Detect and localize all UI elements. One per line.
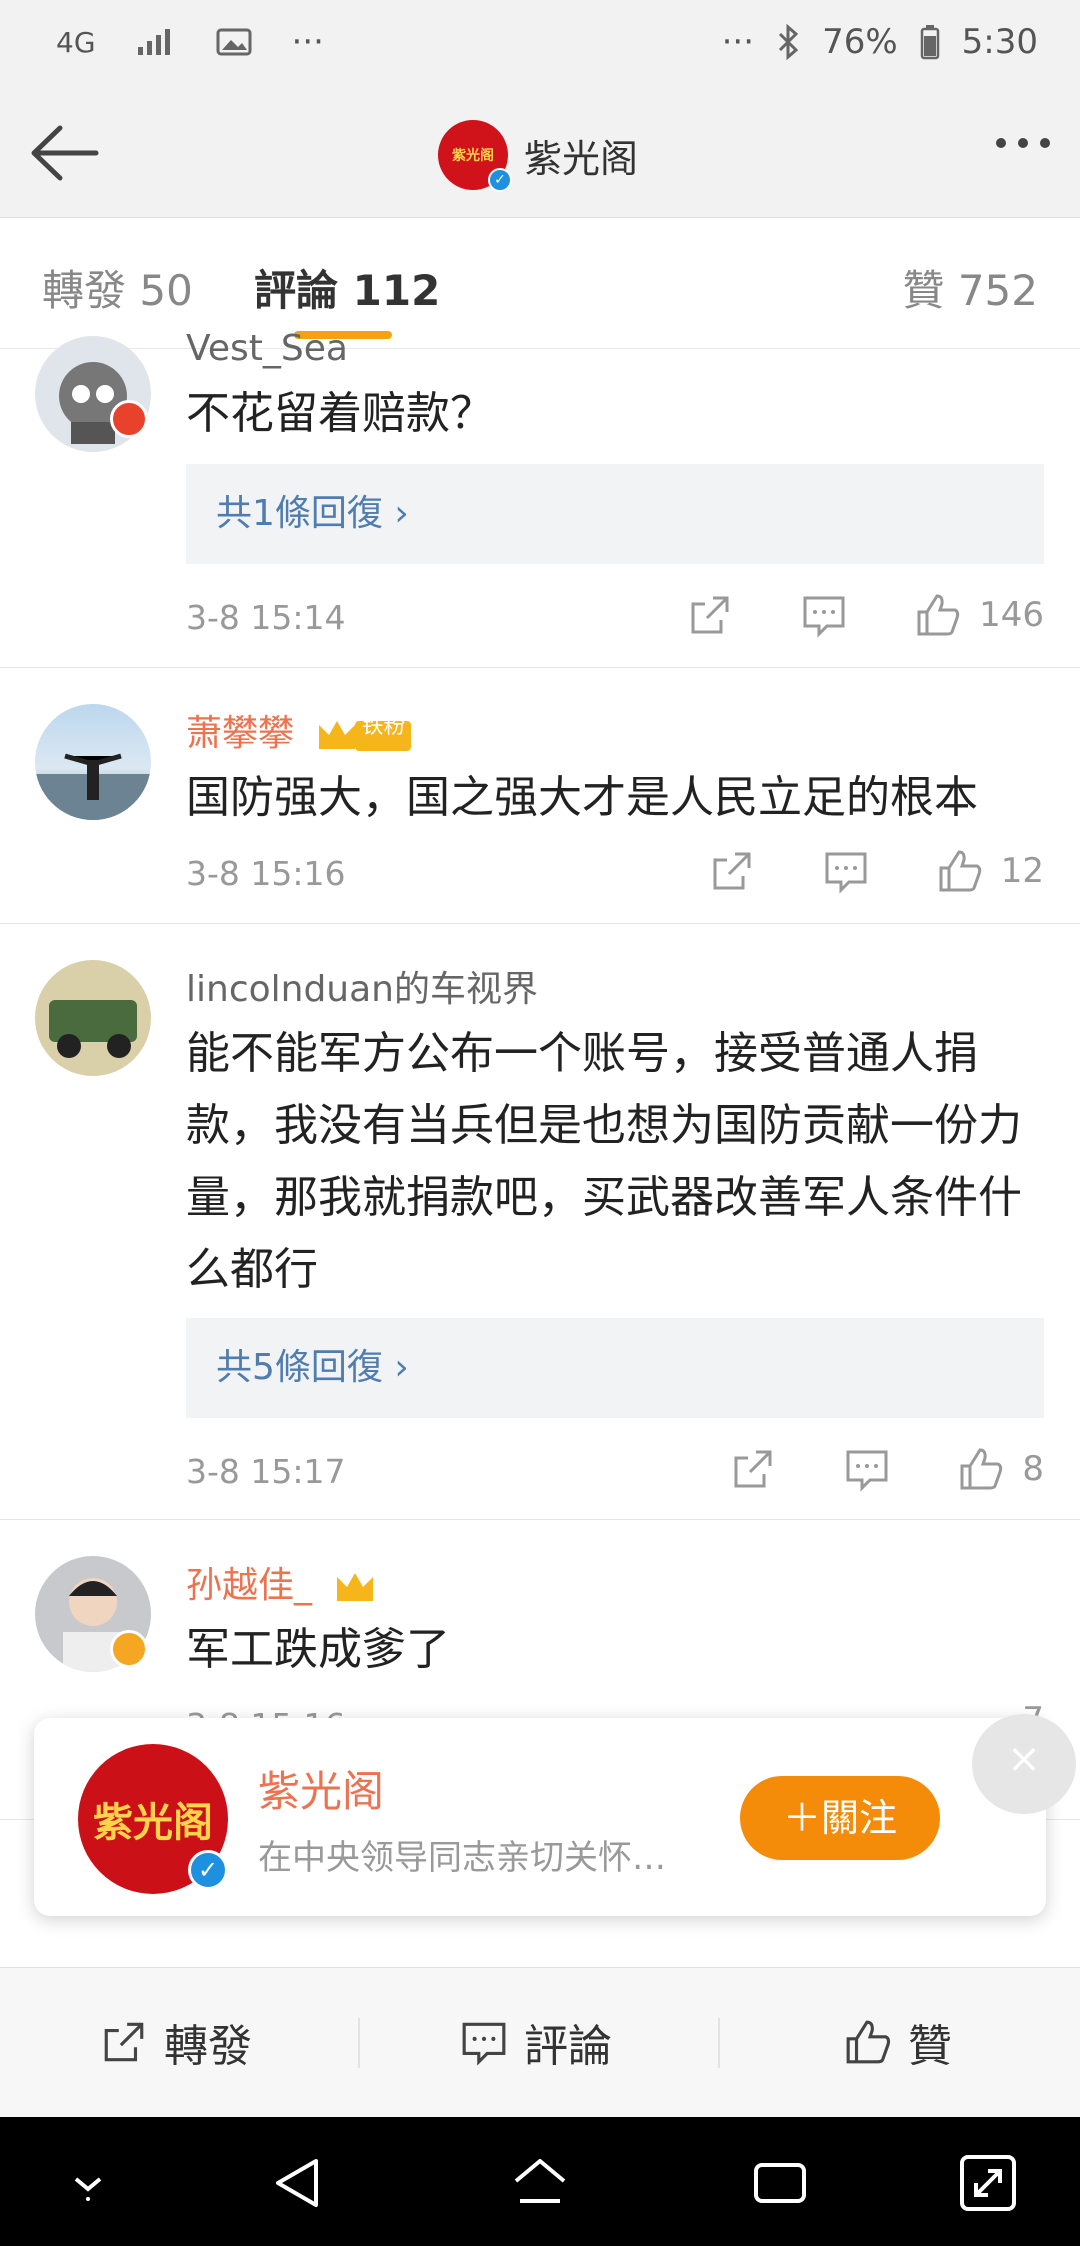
share-icon[interactable] (709, 848, 755, 894)
gallery-icon (216, 28, 252, 56)
comment-icon[interactable] (801, 592, 847, 638)
avatar[interactable] (35, 960, 151, 1076)
header-title-group[interactable]: 紫光阁 ✓ 紫光阁 (438, 120, 639, 192)
comment-text: 能不能军方公布一个账号，接受普通人捐款，我没有当兵但是也想为国防贡献一份力量，那… (186, 1028, 1022, 1295)
avatar[interactable] (35, 704, 151, 820)
card-description: 在中央领导同志亲切关怀… (258, 1838, 666, 1878)
tab-comments[interactable]: 評論 112 (254, 257, 440, 318)
comment-button[interactable]: 評論 (460, 2010, 612, 2074)
tab-bar: 轉發 50 評論 112 贊 752 (0, 219, 1080, 349)
clock: 5:30 (961, 22, 1038, 62)
like-icon[interactable] (915, 592, 961, 638)
comment-icon[interactable] (844, 1446, 890, 1492)
share-icon (104, 2022, 144, 2062)
tab-repost[interactable]: 轉發 50 (42, 257, 193, 318)
comment-author[interactable]: lincolnduan的车视界 (186, 960, 538, 1012)
like-icon (846, 2020, 891, 2064)
comment-actions: 8 (662, 1446, 1044, 1492)
tab-likes[interactable]: 贊 752 (902, 257, 1038, 318)
network-indicator: 4G (56, 25, 96, 59)
more-status-icon: ··· (721, 22, 755, 62)
like-button[interactable]: 贊 (844, 2010, 952, 2074)
signal-icon (137, 29, 170, 55)
badge-icon (110, 400, 148, 438)
recents-nav-icon[interactable] (748, 2151, 812, 2215)
battery-percent: 76% (822, 22, 898, 62)
back-nav-icon[interactable] (266, 2151, 330, 2215)
system-nav-bar (0, 2117, 1080, 2246)
battery-icon (920, 25, 939, 60)
page-title: 紫光阁 (524, 136, 639, 181)
chevron-down-icon[interactable] (56, 2151, 120, 2215)
close-icon[interactable]: × (972, 1714, 1076, 1814)
bluetooth-icon (779, 24, 799, 60)
share-icon[interactable] (687, 592, 733, 638)
comment-time: 3-8 15:16 (186, 854, 346, 893)
header-avatar: 紫光阁 ✓ (438, 120, 512, 192)
comment-actions: 146 (619, 592, 1044, 638)
card-account-name[interactable]: 紫光阁 (258, 1758, 384, 1819)
comment-item: lincolnduan的车视界 能不能军方公布一个账号，接受普通人捐款，我没有当… (0, 924, 1080, 1520)
comment-time: 3-8 15:14 (186, 598, 346, 637)
comment-author[interactable]: Vest_Sea (186, 328, 348, 369)
more-notifications-icon: ··· (291, 22, 324, 62)
comment-item: 萧攀攀 铁粉 国防强大，国之强大才是人民立足的根本 3-8 15:16 12 (0, 668, 1080, 924)
follow-button[interactable]: ＋關注 (740, 1776, 940, 1860)
like-count: 8 (1022, 1449, 1044, 1489)
replies-link[interactable]: 共1條回復 › (186, 464, 1044, 564)
repost-button[interactable]: 轉發 (100, 2010, 252, 2074)
comment-text: 军工跌成爹了 (186, 1624, 450, 1675)
comment-author[interactable]: 孙越佳_ (186, 1556, 379, 1608)
follow-suggestion-card: × 紫光阁 ✓ 紫光阁 在中央领导同志亲切关怀… ＋關注 (34, 1714, 1076, 1916)
card-avatar[interactable]: 紫光阁 ✓ (78, 1744, 228, 1894)
comment-item: Vest_Sea 不花留着赔款？ 共1條回復 › 3-8 15:14 146 (0, 328, 1080, 668)
back-arrow-icon[interactable] (26, 118, 106, 188)
rotate-screen-icon[interactable] (956, 2151, 1020, 2215)
comment-actions: 12 (641, 848, 1044, 894)
comment-icon (462, 2022, 506, 2066)
like-icon[interactable] (937, 848, 983, 894)
bottom-action-bar: 轉發 評論 贊 (0, 1967, 1080, 2117)
verified-icon: ✓ (488, 168, 512, 192)
verified-badge-icon (110, 1630, 148, 1668)
verified-icon: ✓ (188, 1850, 228, 1890)
comment-text: 不花留着赔款？ (186, 388, 494, 439)
replies-link[interactable]: 共5條回復 › (186, 1318, 1044, 1418)
comment-text: 国防强大，国之强大才是人民立足的根本 (186, 772, 978, 823)
comment-time: 3-8 15:17 (186, 1452, 346, 1491)
comment-icon[interactable] (823, 848, 869, 894)
more-options-icon[interactable] (996, 138, 1050, 148)
app-header: 紫光阁 ✓ 紫光阁 (0, 90, 1080, 218)
like-count: 146 (979, 595, 1044, 635)
like-count: 12 (1000, 851, 1044, 891)
crown-icon (337, 1573, 374, 1601)
comment-author[interactable]: 萧攀攀 铁粉 (186, 704, 415, 756)
home-nav-icon[interactable] (508, 2151, 572, 2215)
like-icon[interactable] (958, 1446, 1004, 1492)
share-icon[interactable] (730, 1446, 776, 1492)
status-bar: 4G ··· ··· 76% 5:30 (0, 0, 1080, 90)
